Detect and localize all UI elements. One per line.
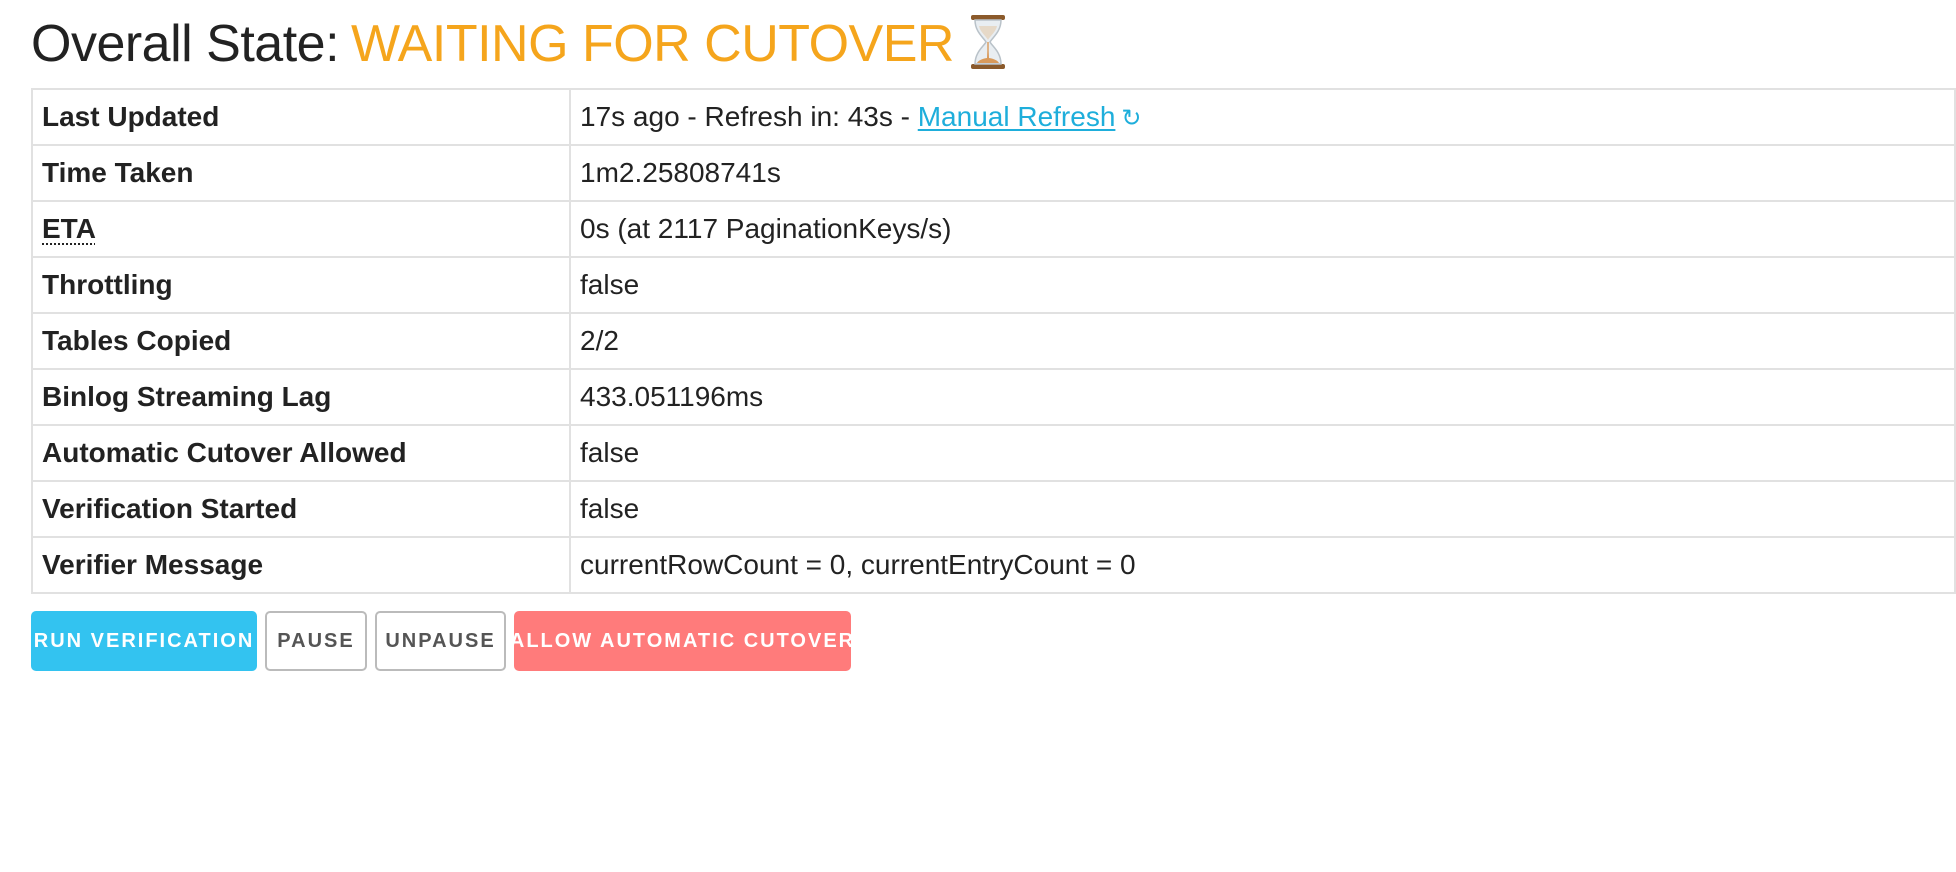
row-label: Verification Started [31, 480, 571, 538]
table-row: Time Taken 1m2.25808741s [31, 144, 1956, 202]
run-verification-button[interactable]: Run Verification [31, 611, 257, 671]
row-value: currentRowCount = 0, currentEntryCount =… [569, 536, 1956, 594]
unpause-button[interactable]: Unpause [375, 611, 506, 671]
page-title: Overall State: WAITING FOR CUTOVER [31, 0, 1956, 88]
hourglass-icon [968, 14, 1008, 70]
eta-abbreviation[interactable]: ETA [42, 213, 96, 244]
row-value: 17s ago - Refresh in: 43s - Manual Refre… [569, 88, 1956, 146]
row-label: Binlog Streaming Lag [31, 368, 571, 426]
row-value: 2/2 [569, 312, 1956, 370]
allow-automatic-cutover-button[interactable]: Allow Automatic Cutover [510, 611, 853, 671]
table-row: ETA 0s (at 2117 PaginationKeys/s) [31, 200, 1956, 258]
manual-refresh-link[interactable]: Manual Refresh ↻ [918, 101, 1142, 132]
row-label: Last Updated [31, 88, 571, 146]
row-value: false [569, 256, 1956, 314]
status-page: Overall State: WAITING FOR CUTOVER Last … [31, 0, 1956, 671]
table-row: Automatic Cutover Allowed false [31, 424, 1956, 482]
status-table: Last Updated 17s ago - Refresh in: 43s -… [31, 88, 1956, 594]
row-label: Verifier Message [31, 536, 571, 594]
row-label: Automatic Cutover Allowed [31, 424, 571, 482]
row-label: Time Taken [31, 144, 571, 202]
overall-state-label: Overall State: [31, 15, 340, 73]
manual-refresh-label: Manual Refresh [917, 101, 1116, 132]
table-row: Throttling false [31, 256, 1956, 314]
table-row: Verification Started false [31, 480, 1956, 538]
row-label: Throttling [31, 256, 571, 314]
action-buttons: Run Verification Pause Unpause Allow Aut… [31, 611, 853, 671]
row-value: 433.051196ms [569, 368, 1956, 426]
row-value: 0s (at 2117 PaginationKeys/s) [569, 200, 1956, 258]
table-row: Verifier Message currentRowCount = 0, cu… [31, 536, 1956, 594]
last-updated-text: 17s ago - Refresh in: 43s - [580, 101, 918, 132]
pause-button[interactable]: Pause [265, 611, 367, 671]
row-value: false [569, 480, 1956, 538]
row-label: ETA [31, 200, 571, 258]
row-value: 1m2.25808741s [569, 144, 1956, 202]
row-value: false [569, 424, 1956, 482]
refresh-icon: ↻ [1121, 105, 1142, 132]
row-label: Tables Copied [31, 312, 571, 370]
table-row: Last Updated 17s ago - Refresh in: 43s -… [31, 88, 1956, 146]
overall-state-value: WAITING FOR CUTOVER [351, 15, 954, 73]
table-row: Binlog Streaming Lag 433.051196ms [31, 368, 1956, 426]
table-row: Tables Copied 2/2 [31, 312, 1956, 370]
